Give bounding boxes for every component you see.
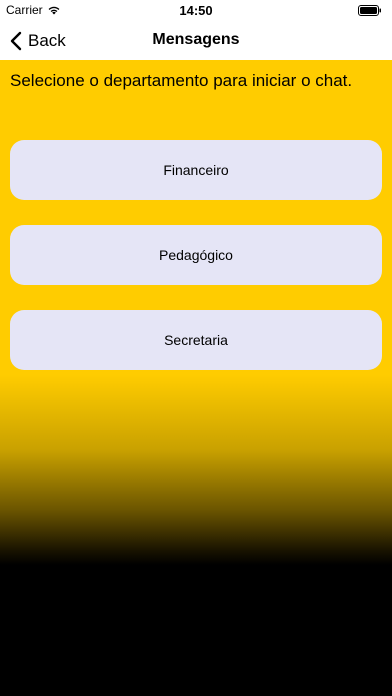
department-label: Secretaria xyxy=(164,332,228,348)
department-button-pedagogico[interactable]: Pedagógico xyxy=(10,225,382,285)
status-time: 14:50 xyxy=(179,3,213,18)
department-button-financeiro[interactable]: Financeiro xyxy=(10,140,382,200)
department-prompt: Selecione o departamento para iniciar o … xyxy=(10,71,353,90)
status-bar: Carrier 14:50 xyxy=(0,0,392,22)
department-button-secretaria[interactable]: Secretaria xyxy=(10,310,382,370)
main-content: Selecione o departamento para iniciar o … xyxy=(0,60,392,696)
department-label: Pedagógico xyxy=(159,247,233,263)
page-title: Mensagens xyxy=(152,31,240,48)
department-label: Financeiro xyxy=(163,162,229,178)
navigation-bar: Back Mensagens xyxy=(0,22,392,60)
battery-icon xyxy=(358,5,381,16)
